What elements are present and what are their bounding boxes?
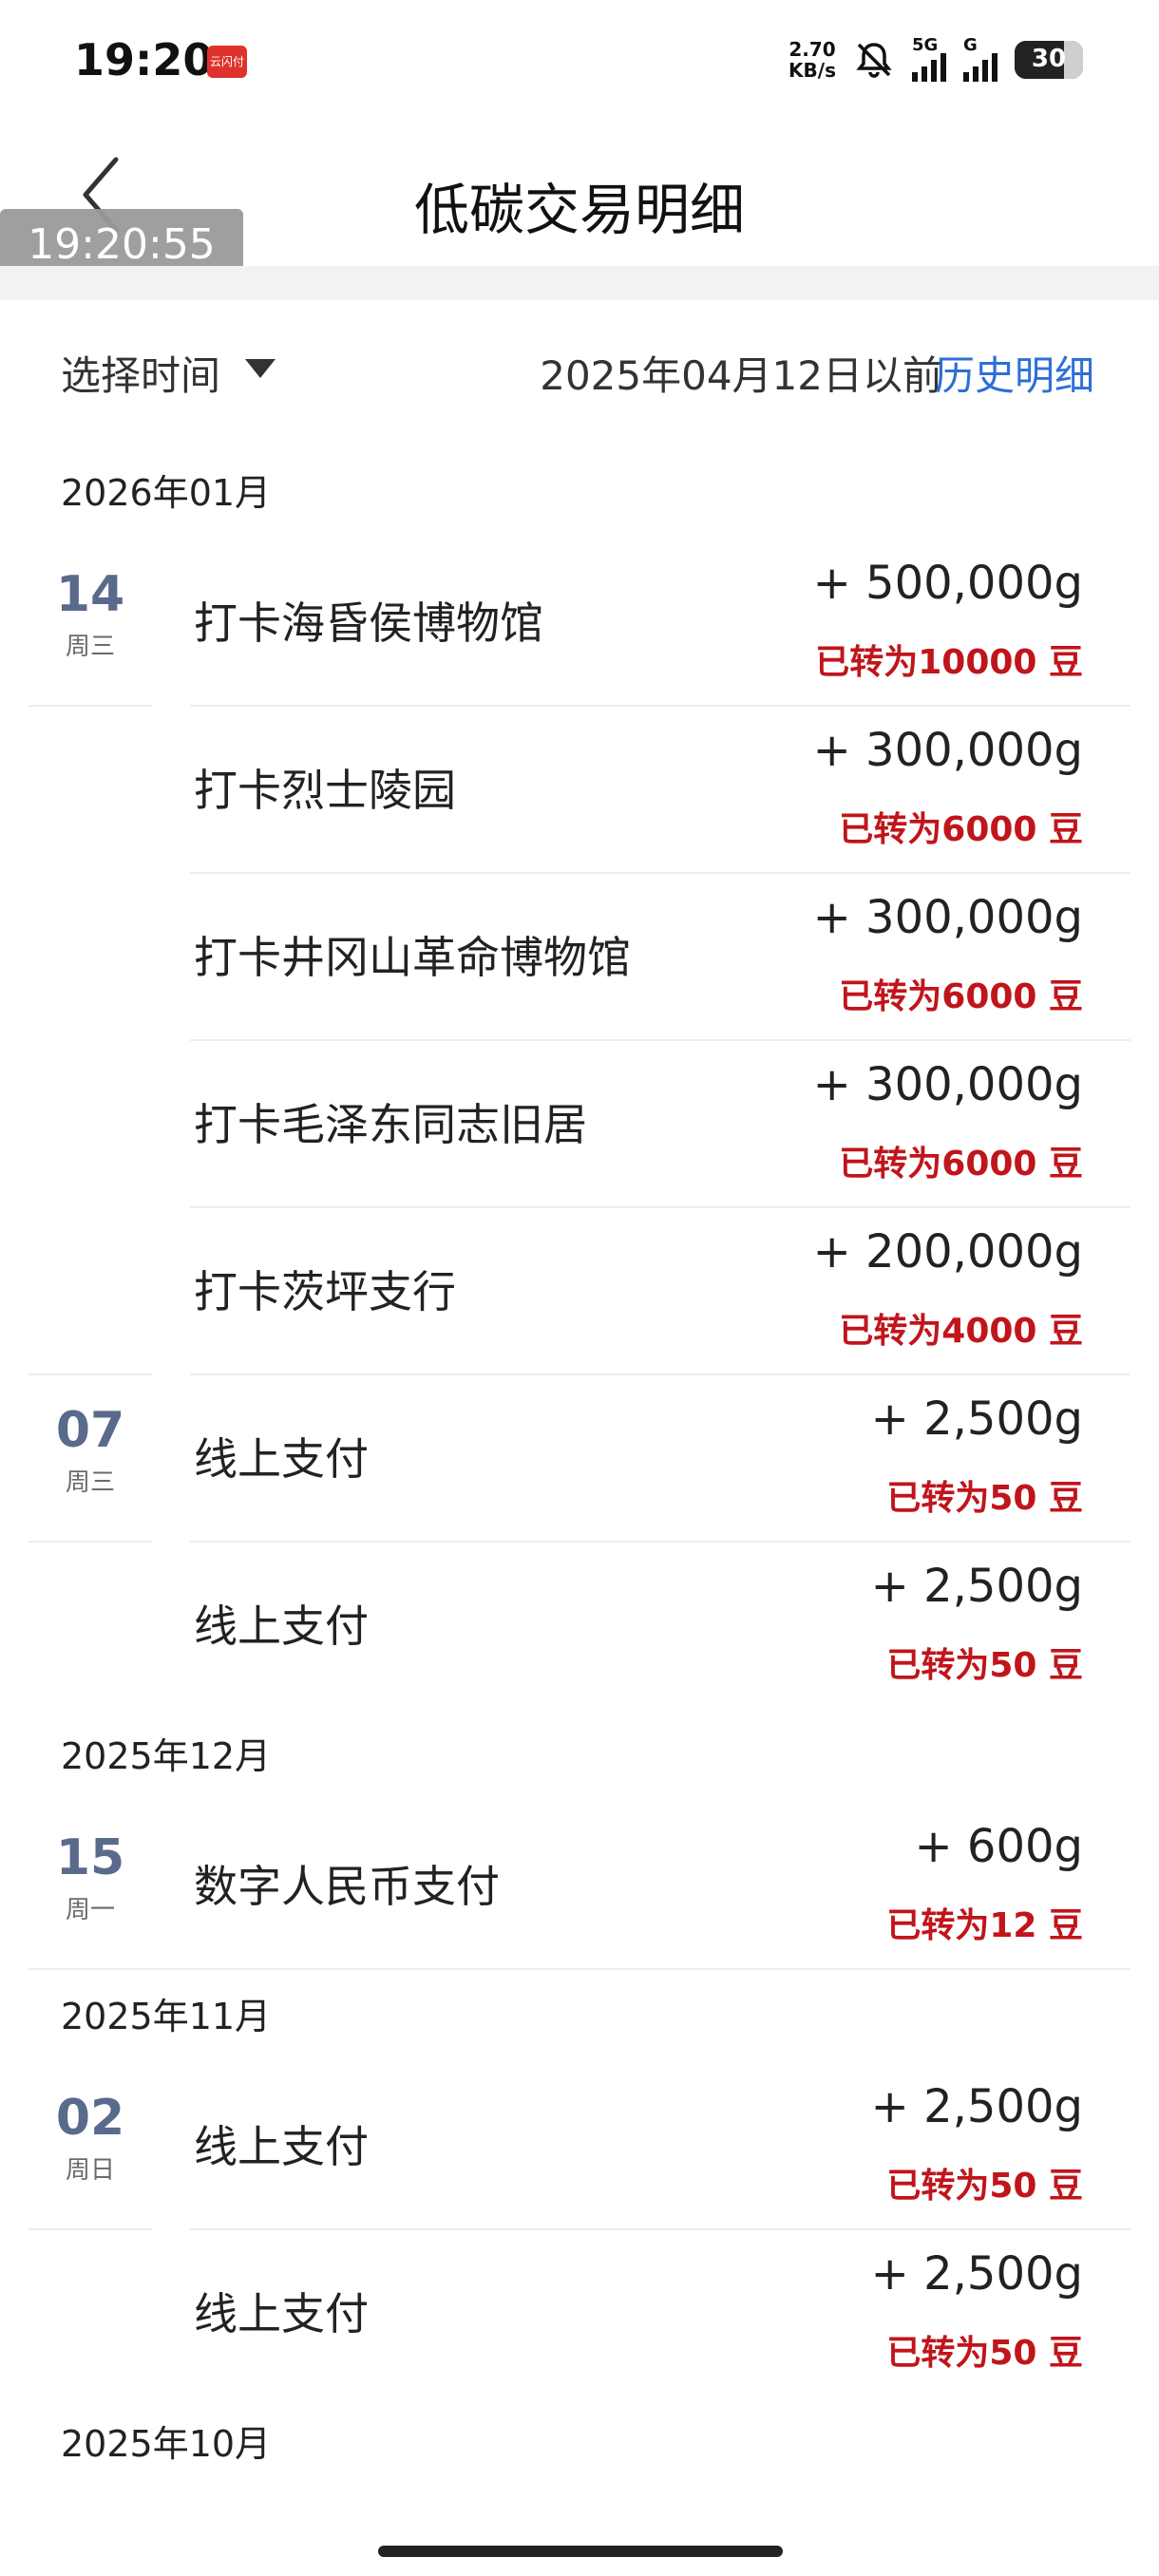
net-speed: 2.70 KB/s bbox=[788, 39, 836, 81]
home-indicator[interactable] bbox=[378, 2546, 783, 2557]
transaction-row[interactable]: 15 周一 数字人民币支付 + 600g 已转为12 豆 bbox=[0, 1803, 1159, 1970]
signal-g: G bbox=[963, 35, 998, 82]
history-details-link[interactable]: 历史明细 bbox=[935, 344, 1094, 402]
transaction-description: 线上支付 bbox=[194, 2288, 369, 2339]
carbon-amount: + 2,500g bbox=[870, 1392, 1083, 1446]
carbon-amount: + 2,500g bbox=[870, 1560, 1083, 1613]
date-weekday: 周日 bbox=[65, 2156, 115, 2185]
transaction-row[interactable]: 打卡毛泽东同志旧居 + 300,000g 已转为6000 豆 bbox=[0, 1041, 1159, 1208]
transaction-row[interactable]: 14 周三 打卡海昏侯博物馆 + 500,000g 已转为10000 豆 bbox=[0, 540, 1159, 707]
transaction-description: 打卡井冈山革命博物馆 bbox=[194, 932, 631, 983]
transaction-description: 线上支付 bbox=[194, 1601, 369, 1652]
carbon-amount: + 300,000g bbox=[812, 724, 1083, 777]
beans-converted: 已转为50 豆 bbox=[886, 2334, 1083, 2373]
net-speed-unit: KB/s bbox=[788, 59, 836, 82]
date-block: 07 周三 bbox=[28, 1375, 152, 1543]
beans-converted: 已转为50 豆 bbox=[886, 1646, 1083, 1685]
transaction-description: 打卡海昏侯博物馆 bbox=[194, 597, 543, 649]
carbon-amount: + 200,000g bbox=[812, 1225, 1083, 1279]
beans-converted: 已转为6000 豆 bbox=[839, 977, 1083, 1016]
date-weekday: 周三 bbox=[65, 1468, 115, 1497]
caret-down-icon[interactable] bbox=[245, 359, 276, 378]
transaction-description: 数字人民币支付 bbox=[194, 1861, 500, 1912]
date-weekday: 周三 bbox=[65, 633, 115, 661]
status-bar: 19:20 云闪付 2.70 KB/s 5G G 30 bbox=[0, 0, 1159, 123]
transaction-row[interactable]: 线上支付 + 2,500g 已转为50 豆 bbox=[0, 1543, 1159, 1710]
carbon-amount: + 300,000g bbox=[812, 1058, 1083, 1111]
month-header: 2025年11月 bbox=[61, 1996, 272, 2037]
transaction-list: 2026年01月 14 周三 打卡海昏侯博物馆 + 500,000g 已转为10… bbox=[0, 446, 1159, 2491]
carbon-amount: + 600g bbox=[914, 1820, 1083, 1873]
date-day: 14 bbox=[55, 566, 125, 623]
battery-level: 30 bbox=[1031, 45, 1067, 73]
mute-bell-icon bbox=[856, 43, 892, 78]
beans-converted: 已转为6000 豆 bbox=[839, 1145, 1083, 1184]
transaction-description: 线上支付 bbox=[194, 1433, 369, 1485]
date-block: 14 周三 bbox=[28, 540, 152, 707]
transaction-description: 打卡毛泽东同志旧居 bbox=[194, 1099, 587, 1150]
carbon-amount: + 300,000g bbox=[812, 891, 1083, 944]
date-day: 15 bbox=[55, 1829, 125, 1886]
date-day: 02 bbox=[55, 2090, 125, 2147]
row-divider bbox=[28, 1968, 1130, 1970]
transaction-row[interactable]: 打卡井冈山革命博物馆 + 300,000g 已转为6000 豆 bbox=[0, 874, 1159, 1041]
select-time-button[interactable]: 选择时间 bbox=[61, 344, 220, 402]
net-speed-value: 2.70 bbox=[788, 38, 836, 61]
date-block: 15 周一 bbox=[28, 1803, 152, 1970]
signal-g-label: G bbox=[963, 35, 978, 55]
beans-converted: 已转为50 豆 bbox=[886, 1479, 1083, 1518]
carbon-amount: + 500,000g bbox=[812, 557, 1083, 610]
signal-5g: 5G bbox=[912, 35, 946, 82]
transaction-description: 线上支付 bbox=[194, 2121, 369, 2172]
date-block: 02 周日 bbox=[28, 2063, 152, 2230]
beans-converted: 已转为50 豆 bbox=[886, 2167, 1083, 2206]
transaction-description: 打卡烈士陵园 bbox=[194, 765, 456, 816]
beans-converted: 已转为6000 豆 bbox=[839, 810, 1083, 849]
month-header: 2025年12月 bbox=[61, 1735, 272, 1777]
signal-bars-icon bbox=[963, 53, 998, 82]
transaction-description: 打卡茨坪支行 bbox=[194, 1266, 456, 1317]
beans-converted: 已转为12 豆 bbox=[886, 1906, 1083, 1945]
carbon-amount: + 2,500g bbox=[870, 2247, 1083, 2301]
battery-icon: 30 bbox=[1015, 41, 1083, 79]
unionpay-app-icon: 云闪付 bbox=[207, 46, 247, 78]
signal-5g-label: 5G bbox=[912, 35, 939, 55]
status-time: 19:20 bbox=[74, 34, 214, 85]
month-header: 2026年01月 bbox=[61, 472, 272, 514]
transaction-row[interactable]: 02 周日 线上支付 + 2,500g 已转为50 豆 bbox=[0, 2063, 1159, 2230]
date-day: 07 bbox=[55, 1402, 125, 1459]
beans-converted: 已转为10000 豆 bbox=[815, 643, 1083, 682]
carbon-amount: + 2,500g bbox=[870, 2080, 1083, 2133]
transaction-row[interactable]: 线上支付 + 2,500g 已转为50 豆 bbox=[0, 2230, 1159, 2397]
transaction-row[interactable]: 打卡茨坪支行 + 200,000g 已转为4000 豆 bbox=[0, 1208, 1159, 1375]
transaction-row[interactable]: 打卡烈士陵园 + 300,000g 已转为6000 豆 bbox=[0, 707, 1159, 874]
date-weekday: 周一 bbox=[65, 1896, 115, 1924]
header-divider bbox=[0, 266, 1159, 300]
filter-bar: 选择时间 2025年04月12日以前 历史明细 bbox=[0, 323, 1159, 418]
before-date-text: 2025年04月12日以前 bbox=[540, 352, 942, 399]
beans-converted: 已转为4000 豆 bbox=[839, 1312, 1083, 1351]
status-icons: 2.70 KB/s 5G G 30 bbox=[788, 36, 1083, 84]
month-header: 2025年10月 bbox=[61, 2423, 272, 2465]
transaction-row[interactable]: 07 周三 线上支付 + 2,500g 已转为50 豆 bbox=[0, 1375, 1159, 1543]
signal-bars-icon bbox=[912, 53, 946, 82]
